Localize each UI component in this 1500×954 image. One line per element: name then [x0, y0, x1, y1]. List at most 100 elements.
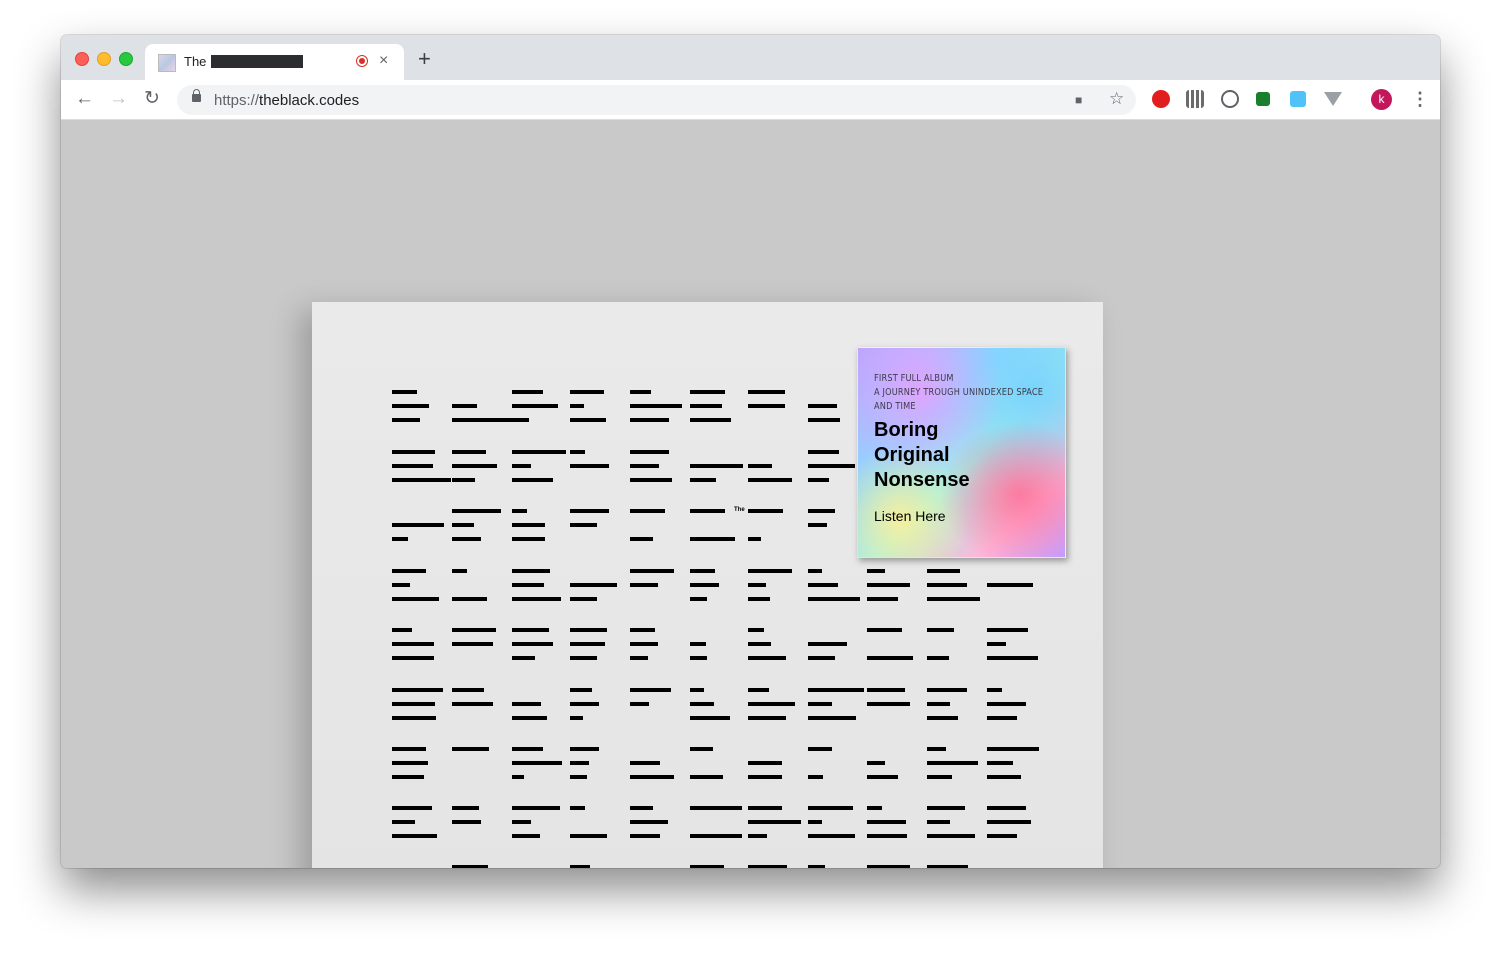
tab-close-icon[interactable]: ×: [379, 51, 388, 71]
close-window-button[interactable]: [75, 52, 89, 66]
redacted-text-bar: [927, 865, 968, 868]
redacted-text-bar: [512, 597, 561, 601]
redacted-text-bar: [808, 404, 837, 408]
redacted-text-bar: [512, 702, 541, 706]
redacted-text-bar: [630, 775, 674, 779]
profile-avatar[interactable]: k: [1371, 89, 1392, 110]
redacted-text-bar: [570, 418, 606, 422]
redacted-text-bar: [748, 478, 792, 482]
redacted-text-bar: [452, 569, 467, 573]
redacted-text-bar: [570, 597, 597, 601]
redacted-text-bar: [690, 716, 730, 720]
grid-extension-icon[interactable]: [1186, 90, 1204, 108]
browser-menu-icon[interactable]: ⋮: [1411, 88, 1429, 110]
redacted-text-bar: [392, 450, 435, 454]
redacted-text-bar: [512, 450, 566, 454]
redacted-text-bar: [690, 597, 707, 601]
adblock-icon[interactable]: [1152, 90, 1170, 108]
listen-here-link[interactable]: Listen Here: [874, 508, 946, 524]
back-button[interactable]: ←: [75, 88, 94, 110]
redacted-text-bar: [748, 775, 782, 779]
redacted-text-bar: [867, 597, 898, 601]
redacted-text-bar: [630, 761, 660, 765]
redacted-text-bar: [452, 418, 512, 422]
vue-extension-icon[interactable]: [1324, 92, 1342, 106]
redacted-text-bar: [927, 761, 978, 765]
zoom-window-button[interactable]: [119, 52, 133, 66]
v-extension-icon[interactable]: [1256, 92, 1270, 106]
redacted-text-bar: [452, 642, 493, 646]
redacted-text-bar: [452, 747, 489, 751]
album-card[interactable]: FIRST FULL ALBUM A JOURNEY TROUGH UNINDE…: [857, 347, 1066, 558]
redacted-text-bar: [690, 569, 715, 573]
redacted-text-bar: [748, 464, 772, 468]
redacted-text-bar: [570, 865, 590, 868]
redacted-text-bar: [748, 688, 769, 692]
redacted-text-bar: [570, 523, 597, 527]
bookmark-star-icon[interactable]: ☆: [1109, 89, 1124, 109]
square-extension-icon[interactable]: [1290, 91, 1306, 107]
redacted-text-bar: [512, 404, 558, 408]
redacted-text-bar: [392, 806, 432, 810]
redacted-text-bar: [808, 464, 855, 468]
redacted-text-bar: [987, 642, 1006, 646]
redacted-text-bar: [512, 820, 531, 824]
redacted-text-bar: [512, 642, 553, 646]
redacted-text-bar: [630, 478, 672, 482]
camera-icon[interactable]: ■: [1075, 93, 1082, 107]
redacted-text-bar: [808, 702, 832, 706]
minimize-window-button[interactable]: [97, 52, 111, 66]
redacted-text-bar: [512, 478, 553, 482]
album-title-line2: Original: [874, 444, 950, 466]
redacted-text-bar: [512, 716, 547, 720]
forward-button[interactable]: →: [109, 88, 128, 110]
redacted-text-bar: [927, 716, 958, 720]
redacted-text-bar: [512, 775, 524, 779]
redacted-text-bar: [570, 404, 584, 408]
redacted-text-bar: [748, 761, 782, 765]
redacted-text-bar: [867, 702, 910, 706]
redacted-text-bar: [867, 806, 882, 810]
reload-button[interactable]: ↻: [144, 88, 160, 110]
redacted-text-bar: [392, 523, 444, 527]
address-bar[interactable]: https://theblack.codes ■ ☆: [177, 85, 1136, 115]
redacted-text-bar: [748, 628, 764, 632]
circle-extension-icon[interactable]: [1221, 90, 1239, 108]
album-title-line3: Nonsense: [874, 469, 970, 491]
redacted-text-bar: [512, 537, 545, 541]
redacted-text-bar: [987, 716, 1017, 720]
redacted-text-bar: [512, 523, 545, 527]
redacted-text-bar: [570, 834, 607, 838]
redacted-text-bar: [392, 716, 436, 720]
redacted-text-bar: [927, 583, 967, 587]
redacted-text-bar: [748, 597, 770, 601]
redacted-text-bar: [392, 747, 426, 751]
redacted-text-bar: [392, 597, 439, 601]
redacted-text-bar: [927, 834, 975, 838]
page-viewport: The FIRST FULL ALBUM A JOURNEY TROUGH UN…: [61, 120, 1440, 868]
new-tab-button[interactable]: +: [418, 48, 431, 70]
redacted-text-bar: [512, 569, 550, 573]
redacted-text-bar: [808, 642, 847, 646]
redacted-text-bar: [867, 820, 906, 824]
redacted-text-bar: [570, 450, 585, 454]
redacted-text-bar: [570, 656, 597, 660]
redacted-text-bar: [630, 583, 658, 587]
redacted-text-bar: [867, 865, 910, 868]
redacted-text-bar: [570, 688, 592, 692]
redacted-text-bar: [987, 820, 1031, 824]
redacted-text-bar: [867, 583, 910, 587]
url-text[interactable]: https://theblack.codes: [214, 92, 359, 109]
album-subtitle-line3: AND TIME: [874, 401, 916, 412]
redacted-text-bar: [392, 418, 420, 422]
redacted-text-bar: [392, 656, 434, 660]
active-tab[interactable]: The ×: [145, 44, 404, 80]
redacted-text-bar: [808, 597, 860, 601]
redacted-text-bar: [748, 583, 766, 587]
redacted-text-bar: [392, 688, 443, 692]
redacted-text-bar: [630, 464, 659, 468]
redacted-text-bar: [808, 865, 825, 868]
redacted-text-bar: [512, 583, 544, 587]
redacted-text-bar: [927, 628, 954, 632]
tiny-the-label: The: [734, 507, 745, 513]
